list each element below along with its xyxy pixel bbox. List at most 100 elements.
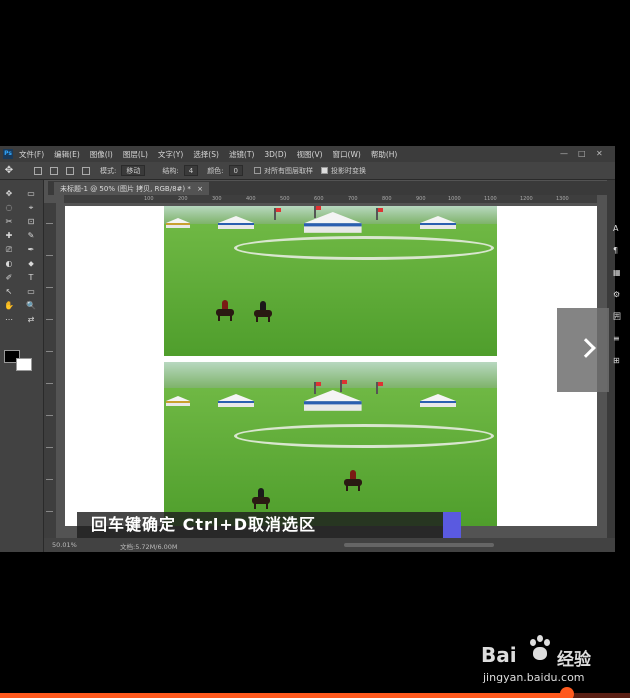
- sample-all-layers-checkbox[interactable]: [254, 167, 262, 174]
- grassland-photo-bottom[interactable]: [164, 362, 497, 526]
- right-panel-icons: A ¶ ▦ ⚙ 囲 ≡ ⊞: [613, 218, 630, 372]
- mode-select[interactable]: 移动: [121, 165, 146, 176]
- marquee-tool-icon[interactable]: ▭: [24, 188, 38, 199]
- swatches-panel-icon[interactable]: ▦: [613, 262, 630, 284]
- selection-subtract-icon[interactable]: [66, 166, 74, 175]
- ruler-tick: 900: [416, 196, 426, 202]
- document-tab-title: 未标题-1 @ 50% (图片 拷贝, RGB/8#) *: [60, 185, 191, 193]
- character-panel-icon[interactable]: A: [613, 218, 630, 240]
- photoshop-window: Ps 文件(F) 编辑(E) 图像(I) 图层(L) 文字(Y) 选择(S) 滤…: [0, 146, 615, 552]
- chevron-right-icon: [576, 338, 596, 358]
- options-bar: ✥ 模式: 移动 结构: 4 颜色: 0 对所有图层取样 投影时变换: [0, 162, 615, 180]
- ruler-tick: 300: [212, 196, 222, 202]
- color-select[interactable]: 0: [228, 165, 244, 176]
- paths-panel-icon[interactable]: ⊞: [613, 350, 630, 372]
- status-bar: 50.01% 文档:5.72M/6.00M: [44, 538, 615, 552]
- transform-on-drop-checkbox[interactable]: [321, 167, 329, 174]
- close-tab-icon[interactable]: ×: [197, 185, 203, 193]
- gradient-tool-icon[interactable]: ⬥: [24, 258, 38, 269]
- crop-tool-icon[interactable]: ✂: [2, 216, 16, 227]
- ruler-tick: 1200: [520, 196, 533, 202]
- document-tab[interactable]: 未标题-1 @ 50% (图片 拷贝, RGB/8#) * ×: [54, 182, 209, 195]
- healing-tool-icon[interactable]: ✚: [2, 230, 16, 241]
- menu-file[interactable]: 文件(F): [19, 149, 44, 160]
- mode-label: 模式:: [100, 166, 117, 175]
- channels-panel-icon[interactable]: ≡: [613, 328, 630, 350]
- menu-3d[interactable]: 3D(D): [264, 150, 286, 159]
- layers-panel-icon[interactable]: 囲: [613, 306, 630, 328]
- menu-type[interactable]: 文字(Y): [158, 149, 183, 160]
- canvas-area: [57, 203, 607, 538]
- document-tab-bar: 未标题-1 @ 50% (图片 拷贝, RGB/8#) * ×: [48, 181, 608, 195]
- hand-tool-icon[interactable]: 🔍: [24, 300, 38, 311]
- menu-help[interactable]: 帮助(H): [371, 149, 398, 160]
- pen-tool-icon[interactable]: T: [24, 272, 38, 283]
- jingyan-brand-text: 经验: [557, 650, 591, 670]
- move-tool-preset-icon[interactable]: ✥: [0, 165, 18, 176]
- menu-view[interactable]: 视图(V): [297, 149, 323, 160]
- paragraph-panel-icon[interactable]: ¶: [613, 240, 630, 262]
- baidu-paw-icon: [527, 633, 553, 663]
- ruler-tick: 700: [348, 196, 358, 202]
- shape-tool-icon[interactable]: ✋: [2, 300, 16, 311]
- structure-select[interactable]: 4: [183, 165, 199, 176]
- menu-select[interactable]: 选择(S): [193, 149, 219, 160]
- menu-layer[interactable]: 图层(L): [123, 149, 148, 160]
- tutorial-caption: 回车键确定 Ctrl+D取消选区: [77, 512, 443, 538]
- document-canvas[interactable]: [65, 206, 597, 526]
- ruler-tick: 100: [144, 196, 154, 202]
- menu-bar: Ps 文件(F) 编辑(E) 图像(I) 图层(L) 文字(Y) 选择(S) 滤…: [0, 146, 615, 162]
- menu-edit[interactable]: 编辑(E): [54, 149, 80, 160]
- menu-image[interactable]: 图像(I): [90, 149, 113, 160]
- screen-root: Ps 文件(F) 编辑(E) 图像(I) 图层(L) 文字(Y) 选择(S) 滤…: [0, 0, 630, 698]
- brush-tool-icon[interactable]: ✎: [24, 230, 38, 241]
- eyedropper-tool-icon[interactable]: ⊡: [24, 216, 38, 227]
- color-label: 颜色:: [207, 166, 224, 175]
- quick-select-tool-icon[interactable]: ⌖: [24, 202, 38, 213]
- menu-filter[interactable]: 滤镜(T): [229, 149, 254, 160]
- next-slide-button[interactable]: [557, 308, 609, 392]
- close-window-icon[interactable]: ✕: [596, 149, 603, 158]
- caption-accent: [443, 512, 461, 538]
- background-color-swatch[interactable]: [16, 358, 32, 371]
- transform-on-drop-label: 投影时变换: [331, 166, 367, 175]
- ruler-tick: 1300: [556, 196, 569, 202]
- ruler-tick: 1100: [484, 196, 497, 202]
- stamp-tool-icon[interactable]: ⎚: [2, 244, 16, 255]
- ruler-tick: 1000: [448, 196, 461, 202]
- baidu-brand-text: Bai: [481, 643, 517, 667]
- path-select-tool-icon[interactable]: ↖: [2, 286, 16, 297]
- ruler-tick: 600: [314, 196, 324, 202]
- lasso-tool-icon[interactable]: ◌: [2, 202, 16, 213]
- restore-icon[interactable]: □: [578, 149, 586, 158]
- tools-panel: ✥ ▭ ◌ ⌖ ✂ ⊡ ✚ ✎ ⎚ ✒ ◐ ⬥ ✐ T ↖ ▭ ✋ 🔍 ⋯ ⇄: [0, 180, 44, 552]
- dodge-tool-icon[interactable]: ✐: [2, 272, 16, 283]
- ruler-tick: 400: [246, 196, 256, 202]
- selection-intersect-icon[interactable]: [82, 166, 90, 175]
- video-progress-fill: [0, 693, 567, 698]
- ruler-tick: 200: [178, 196, 188, 202]
- type-tool-icon[interactable]: ▭: [24, 286, 38, 297]
- more-tools-icon[interactable]: ⇄: [24, 314, 38, 325]
- zoom-tool-icon[interactable]: ⋯: [2, 314, 16, 325]
- vertical-ruler: [44, 203, 56, 543]
- selection-add-icon[interactable]: [50, 166, 58, 175]
- document-size-info: 文档:5.72M/6.00M: [120, 543, 178, 551]
- move-tool-icon[interactable]: ✥: [2, 188, 16, 199]
- baidu-jingyan-logo: Bai 经验: [481, 631, 601, 671]
- menu-window[interactable]: 窗口(W): [333, 149, 361, 160]
- ruler-tick: 800: [382, 196, 392, 202]
- minimize-icon[interactable]: —: [560, 149, 568, 158]
- horizontal-scrollbar[interactable]: [344, 543, 494, 547]
- selection-new-icon[interactable]: [34, 166, 42, 175]
- eraser-tool-icon[interactable]: ◐: [2, 258, 16, 269]
- zoom-level[interactable]: 50.01%: [52, 541, 77, 549]
- horizontal-ruler: 100 200 300 400 500 600 700 800 900 1000…: [64, 195, 597, 203]
- properties-panel-icon[interactable]: ⚙: [613, 284, 630, 306]
- baidu-jingyan-url: jingyan.baidu.com: [483, 671, 585, 684]
- history-brush-tool-icon[interactable]: ✒: [24, 244, 38, 255]
- ruler-tick: 500: [280, 196, 290, 202]
- grassland-photo-top[interactable]: [164, 206, 497, 356]
- photoshop-logo-icon: Ps: [3, 149, 13, 159]
- video-progress-handle[interactable]: [560, 687, 574, 698]
